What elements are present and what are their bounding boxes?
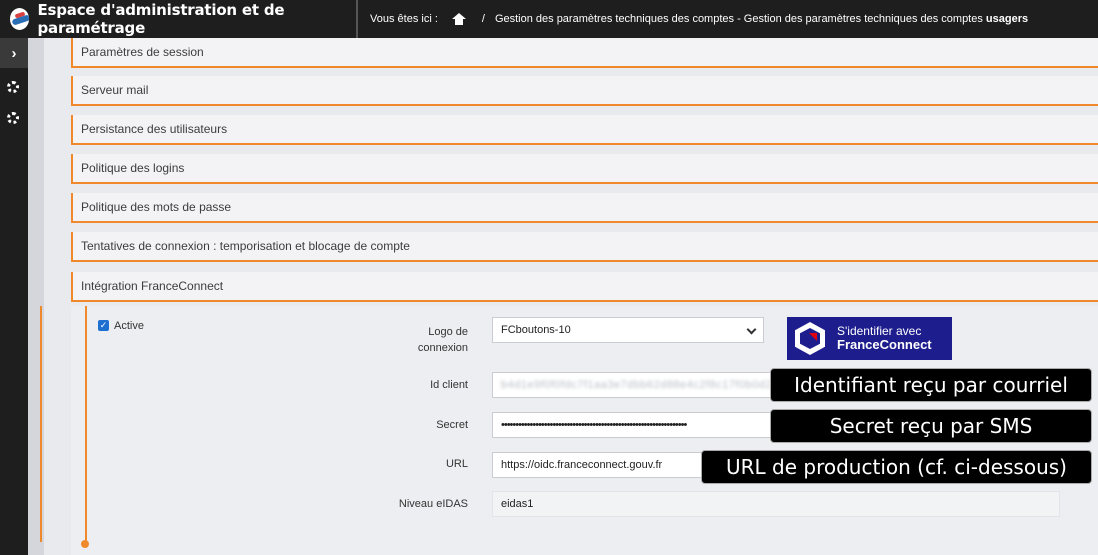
secret-label: Secret [436, 419, 468, 431]
logo-select[interactable]: FCboutons-10 [492, 317, 764, 343]
id-client-input[interactable]: b4d1e9f0f0fdc7f1aa3e7dbb62d88e4c2f8c17f0… [492, 372, 782, 398]
callout-secret: Secret reçu par SMS [770, 409, 1092, 443]
eidas-value: eidas1 [501, 498, 534, 510]
panel-franceconnect[interactable]: Intégration FranceConnect [71, 272, 1098, 302]
panel-login-policy[interactable]: Politique des logins [71, 154, 1098, 184]
breadcrumb: Vous êtes ici : / Gestion des paramètres… [358, 0, 1028, 38]
panel-title: Politique des mots de passe [81, 200, 232, 214]
panel-title: Tentatives de connexion : temporisation … [81, 239, 410, 253]
callout-url: URL de production (cf. ci-dessous) [701, 450, 1092, 484]
url-input[interactable]: https://oidc.franceconnect.gouv.fr [492, 452, 722, 478]
breadcrumb-path-text: Gestion des paramètres techniques des co… [494, 13, 983, 25]
fc-button-line2: FranceConnect [837, 336, 932, 352]
panel-session-settings[interactable]: Paramètres de session [71, 38, 1098, 68]
franceconnect-button-preview: S'identifier avec FranceConnect [787, 317, 952, 360]
logo-label-line1: Logo de [428, 326, 468, 338]
timeline-line [40, 306, 42, 542]
panel-mail-server[interactable]: Serveur mail [71, 76, 1098, 106]
active-checkbox[interactable]: ✓ [98, 320, 109, 331]
panel-login-attempts[interactable]: Tentatives de connexion : temporisation … [71, 232, 1098, 262]
panel-title: Persistance des utilisateurs [81, 122, 228, 136]
app-logo-icon [10, 8, 30, 30]
top-bar: Espace d'administration et de paramétrag… [0, 0, 1098, 38]
id-client-value: b4d1e9f0f0fdc7f1aa3e7dbb62d88e4c2f8c17f0… [501, 379, 782, 391]
home-icon[interactable] [451, 13, 466, 25]
logo-label: Logo de connexion [408, 324, 468, 356]
franceconnect-logo-icon [795, 322, 825, 355]
logo-select-value: FCboutons-10 [501, 324, 571, 336]
eidas-field: eidas1 [492, 491, 1060, 517]
secret-input[interactable]: ••••••••••••••••••••••••••••••••••••••••… [492, 412, 782, 438]
app-title: Espace d'administration et de paramétrag… [37, 1, 285, 37]
gear-icon[interactable] [7, 81, 19, 93]
panel-title: Intégration FranceConnect [81, 279, 224, 293]
eidas-label: Niveau eIDAS [398, 498, 468, 510]
gear-icon-secondary[interactable] [7, 112, 19, 124]
timeline-line-left [85, 306, 87, 542]
panel-title: Paramètres de session [81, 45, 204, 59]
panel-user-persistence[interactable]: Persistance des utilisateurs [71, 115, 1098, 145]
breadcrumb-current: usagers [985, 13, 1029, 25]
breadcrumb-path[interactable]: Gestion des paramètres techniques des co… [495, 13, 1028, 25]
url-value: https://oidc.franceconnect.gouv.fr [501, 459, 663, 471]
active-label: Active [114, 320, 144, 332]
breadcrumb-label: Vous êtes ici : [370, 13, 438, 25]
id-client-label: Id client [430, 379, 468, 391]
sidebar: › [0, 38, 28, 555]
panel-title: Politique des logins [81, 161, 185, 175]
fc-button-line1: S'identifier avec [837, 323, 922, 338]
panel-password-policy[interactable]: Politique des mots de passe [71, 193, 1098, 223]
sidebar-toggle-button[interactable]: › [0, 38, 28, 68]
chevron-down-icon [746, 324, 757, 335]
url-label: URL [445, 458, 468, 470]
callout-id-client: Identifiant reçu par courriel [770, 368, 1092, 402]
brand: Espace d'administration et de paramétrag… [0, 0, 358, 38]
panel-title: Serveur mail [81, 83, 149, 97]
chevron-right-icon: › [11, 44, 17, 62]
breadcrumb-separator: / [481, 13, 485, 25]
logo-label-line2: connexion [417, 342, 468, 354]
secret-value: ••••••••••••••••••••••••••••••••••••••••… [501, 419, 687, 431]
